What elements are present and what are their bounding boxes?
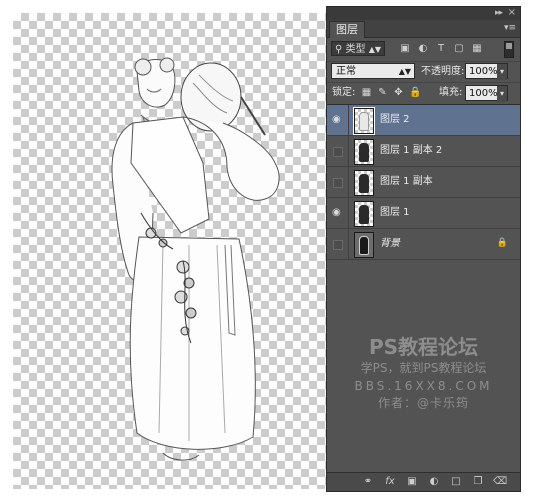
close-icon[interactable]: × xyxy=(508,7,516,19)
layer-thumbnail xyxy=(353,107,375,135)
chevron-down-icon: ▲▼ xyxy=(368,45,381,54)
layer-list: ◉ 图层 2 图层 1 副本 2 图层 1 副本 ◉ 图层 1 背景 🔒 xyxy=(327,105,520,260)
watermark-author: 作者：@卡乐筠 xyxy=(377,396,469,410)
layer-row-background[interactable]: 背景 🔒 xyxy=(327,229,520,260)
visibility-toggle[interactable] xyxy=(327,136,349,166)
thumbnail-figure xyxy=(359,236,369,255)
watermark-title: PS教程论坛 xyxy=(368,335,479,359)
new-layer-icon[interactable]: ❐ xyxy=(471,475,485,489)
fill-field[interactable]: 100% ▾ xyxy=(465,85,508,102)
layer-name[interactable]: 图层 1 副本 2 xyxy=(380,143,442,159)
fx-icon[interactable]: fx xyxy=(383,475,397,489)
blend-mode-select[interactable]: 正常 ▲▼ xyxy=(331,63,415,79)
collapse-icon[interactable]: ▸▸ xyxy=(495,8,503,19)
layer-row-layer-1-copy-2[interactable]: 图层 1 副本 2 xyxy=(327,136,520,167)
search-icon: ⚲ xyxy=(335,44,346,55)
layer-thumbnail xyxy=(354,201,374,227)
layer-row-layer-1-copy[interactable]: 图层 1 副本 xyxy=(327,167,520,198)
hidden-visibility-box[interactable] xyxy=(333,240,343,250)
chevron-down-icon[interactable]: ▾ xyxy=(497,64,507,80)
layer-name[interactable]: 图层 2 xyxy=(380,112,410,128)
chevron-down-icon: ▲▼ xyxy=(398,67,411,76)
filter-kind-label: 类型 xyxy=(345,44,366,55)
layer-row-layer-2[interactable]: ◉ 图层 2 xyxy=(327,105,520,136)
document-canvas[interactable] xyxy=(13,13,328,489)
adjustment-filter-icon[interactable]: ◐ xyxy=(417,43,429,55)
visibility-toggle[interactable] xyxy=(327,229,349,259)
hidden-visibility-box[interactable] xyxy=(333,147,343,157)
panel-menu-icon[interactable]: ▾≡ xyxy=(504,23,516,33)
thumbnail-figure xyxy=(359,205,369,224)
visibility-toggle[interactable] xyxy=(327,167,349,197)
thumbnail-figure xyxy=(359,174,369,193)
thumbnail-figure xyxy=(359,143,369,162)
fill-value: 100% xyxy=(469,88,498,99)
layer-name[interactable]: 背景 xyxy=(380,236,400,252)
lock-position-icon[interactable]: ✥ xyxy=(393,87,404,98)
thumbnail-figure xyxy=(359,112,369,131)
filter-row: ⚲ 类型 ▲▼ ▣ ◐ T ▢ ▦ xyxy=(327,38,520,62)
link-icon[interactable]: ⚭ xyxy=(361,475,375,489)
layer-row-layer-1[interactable]: ◉ 图层 1 xyxy=(327,198,520,229)
eye-icon[interactable]: ◉ xyxy=(332,115,341,125)
type-filter-icon[interactable]: T xyxy=(435,43,447,55)
line-art-figure xyxy=(111,57,280,461)
lock-all-icon[interactable]: 🔒 xyxy=(409,87,421,98)
opacity-value: 100% xyxy=(469,66,498,77)
visibility-toggle[interactable]: ◉ xyxy=(327,198,349,228)
layer-thumbnail xyxy=(354,139,374,165)
shape-filter-icon[interactable]: ▢ xyxy=(453,43,465,55)
eye-icon[interactable]: ◉ xyxy=(332,208,341,218)
lock-icon: 🔒 xyxy=(496,238,508,248)
folder-icon[interactable]: □ xyxy=(449,475,463,489)
mask-icon[interactable]: ▣ xyxy=(405,475,419,489)
blend-mode-value: 正常 xyxy=(336,66,356,77)
panel-tab-row: 图层 ▾≡ xyxy=(327,20,520,38)
smart-object-filter-icon[interactable]: ▦ xyxy=(471,43,483,55)
layer-name[interactable]: 图层 1 副本 xyxy=(380,174,433,190)
blend-row: 正常 ▲▼ 不透明度: 100% ▾ xyxy=(327,62,520,83)
lock-row: 锁定: ▦ ✎ ✥ 🔒 填充: 100% ▾ xyxy=(327,83,520,105)
filter-kind-select[interactable]: ⚲ 类型 ▲▼ xyxy=(331,41,385,56)
chevron-down-icon[interactable]: ▾ xyxy=(497,86,507,102)
layer-name[interactable]: 图层 1 xyxy=(380,205,410,221)
layers-bottom-bar: ⚭ fx ▣ ◐ □ ❐ ⌫ xyxy=(327,472,520,491)
fill-label: 填充: xyxy=(439,87,463,98)
adjustment-icon[interactable]: ◐ xyxy=(427,475,441,489)
hidden-visibility-box[interactable] xyxy=(333,178,343,188)
opacity-label: 不透明度: xyxy=(421,66,465,77)
lock-transparency-icon[interactable]: ▦ xyxy=(361,87,372,98)
filter-toggle[interactable] xyxy=(504,41,514,58)
visibility-toggle[interactable]: ◉ xyxy=(327,105,349,135)
layer-thumbnail xyxy=(354,170,374,196)
lock-label: 锁定: xyxy=(332,87,356,98)
watermark-site: BBS.16XX8.COM xyxy=(354,379,493,393)
trash-icon[interactable]: ⌫ xyxy=(493,475,507,489)
layers-panel: ▸▸ × 图层 ▾≡ ⚲ 类型 ▲▼ ▣ ◐ T ▢ ▦ 正常 ▲▼ 不透明度:… xyxy=(326,6,521,492)
lock-pixels-icon[interactable]: ✎ xyxy=(377,87,388,98)
panel-title-bar[interactable]: ▸▸ × xyxy=(327,7,520,20)
pixel-filter-icon[interactable]: ▣ xyxy=(399,43,411,55)
layer-thumbnail xyxy=(354,232,374,258)
opacity-field[interactable]: 100% ▾ xyxy=(465,63,508,80)
watermark-subtitle: 学PS，就到PS教程论坛 xyxy=(360,361,487,375)
tab-layers[interactable]: 图层 xyxy=(329,21,365,38)
